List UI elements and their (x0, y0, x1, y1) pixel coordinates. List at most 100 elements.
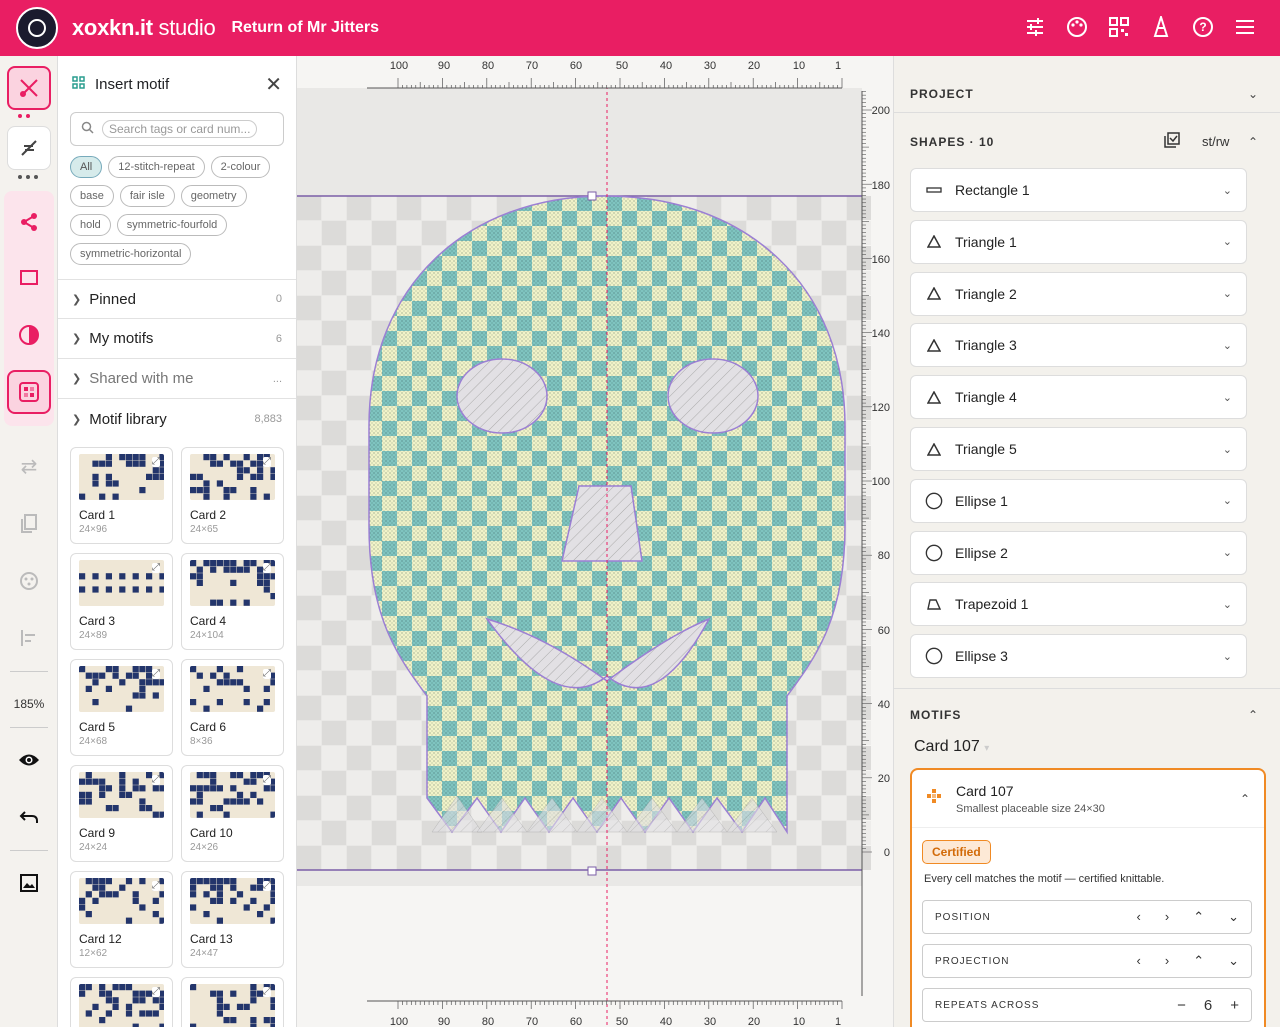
chevron-down-icon[interactable]: ⌄ (1223, 546, 1232, 559)
dots-circle-icon[interactable] (7, 559, 51, 603)
chevron-down-icon[interactable]: ⌄ (1223, 650, 1232, 663)
stitch-tool-icon[interactable] (7, 126, 51, 170)
undo-icon[interactable] (7, 795, 51, 839)
shape-row[interactable]: Triangle 4 ⌄ (910, 375, 1247, 420)
shape-row[interactable]: Ellipse 1 ⌄ (910, 478, 1247, 523)
palette-icon[interactable] (1066, 14, 1088, 40)
move-left-icon[interactable]: ‹ (1137, 909, 1141, 925)
select-all-icon[interactable] (1164, 132, 1180, 151)
move-left-icon[interactable]: ‹ (1137, 953, 1141, 969)
menu-icon[interactable] (1234, 14, 1256, 40)
increment-button[interactable]: + (1230, 997, 1239, 1014)
chevron-down-icon[interactable]: ⌄ (1223, 184, 1232, 197)
help-icon[interactable]: ? (1192, 14, 1214, 40)
chevron-down-icon[interactable]: ⌄ (1223, 494, 1232, 507)
image-icon[interactable] (7, 861, 51, 905)
section-shared[interactable]: ❯ Shared with me ... (58, 359, 296, 399)
repeats-value[interactable]: 6 (1204, 997, 1212, 1014)
close-icon[interactable]: ✕ (265, 72, 282, 97)
design-canvas[interactable]: 100 100 90 90 80 80 70 70 60 60 50 50 40 40 30 30 20 20 10… (297, 56, 893, 1027)
expand-icon[interactable]: ⤢ (263, 881, 271, 891)
decrement-button[interactable]: − (1177, 997, 1186, 1014)
section-my-motifs[interactable]: ❯ My motifs 6 (58, 319, 296, 359)
chevron-up-icon[interactable]: ⌃ (1248, 708, 1258, 722)
chevron-down-icon[interactable]: ⌄ (1223, 391, 1232, 404)
move-right-icon[interactable]: › (1165, 909, 1169, 925)
move-down-icon[interactable]: ⌄ (1228, 909, 1239, 925)
chevron-up-icon[interactable]: ⌃ (1248, 135, 1258, 149)
motif-card[interactable]: ⤢ Card 2 24×65 (181, 447, 284, 544)
motif-card[interactable]: ⤢ Card 6 8×36 (181, 659, 284, 756)
shape-row[interactable]: Triangle 5 ⌄ (910, 427, 1247, 471)
eye-icon[interactable] (7, 738, 51, 782)
tag-chip[interactable]: symmetric-fourfold (116, 214, 228, 236)
shape-row[interactable]: Triangle 2 ⌄ (910, 271, 1247, 316)
expand-icon[interactable]: ⤢ (152, 987, 160, 997)
chevron-down-icon[interactable]: ⌄ (1223, 443, 1232, 456)
expand-icon[interactable]: ⤢ (263, 563, 271, 573)
expand-icon[interactable]: ⤢ (263, 457, 271, 467)
tag-chip[interactable]: hold (70, 214, 111, 236)
move-down-icon[interactable]: ⌄ (1228, 953, 1239, 969)
move-up-icon[interactable]: ⌃ (1193, 909, 1204, 925)
contrast-icon[interactable] (7, 313, 51, 357)
tune-icon[interactable] (1024, 14, 1046, 40)
expand-icon[interactable]: ⤢ (152, 775, 160, 785)
chevron-up-icon[interactable]: ⌃ (1240, 792, 1250, 806)
align-left-icon[interactable] (7, 616, 51, 660)
motif-card[interactable]: ⤢ (181, 977, 284, 1027)
cone-icon[interactable] (1150, 14, 1172, 40)
section-motif-library[interactable]: ❯ Motif library 8,883 (58, 399, 296, 439)
tag-chip[interactable]: All (70, 156, 103, 178)
chevron-down-icon[interactable]: ⌄ (1223, 235, 1232, 248)
app-logo[interactable] (16, 7, 58, 49)
tag-chip[interactable]: symmetric-horizontal (70, 243, 192, 265)
chevron-down-icon[interactable]: ⌄ (1248, 87, 1258, 101)
motif-card[interactable]: ⤢ Card 13 24×47 (181, 871, 284, 968)
expand-icon[interactable]: ⤢ (263, 775, 271, 785)
copy-icon[interactable] (7, 502, 51, 546)
motif-card[interactable]: ⤢ Card 4 24×104 (181, 553, 284, 650)
tag-chip[interactable]: geometry (180, 185, 247, 207)
motif-card[interactable]: ⤢ Card 3 24×89 (70, 553, 173, 650)
expand-icon[interactable]: ⤢ (152, 881, 160, 891)
motif-card[interactable]: ⤢ Card 10 24×26 (181, 765, 284, 862)
motif-card[interactable]: ⤢ (70, 977, 173, 1027)
expand-icon[interactable]: ⤢ (152, 457, 160, 467)
design-tool-icon[interactable] (7, 66, 51, 110)
motif-tool-icon[interactable] (7, 370, 51, 414)
project-heading[interactable]: PROJECT (910, 87, 974, 101)
share-icon[interactable] (7, 200, 51, 244)
qr-grid-icon[interactable] (1108, 14, 1130, 40)
motif-card[interactable]: ⤢ Card 12 12×62 (70, 871, 173, 968)
shape-row[interactable]: Rectangle 1 ⌄ (910, 168, 1247, 212)
project-title[interactable]: Return of Mr Jitters (231, 19, 379, 37)
shape-row[interactable]: Ellipse 2 ⌄ (910, 530, 1247, 575)
motif-card[interactable]: ⤢ Card 5 24×68 (70, 659, 173, 756)
expand-icon[interactable]: ⤢ (152, 563, 160, 573)
shape-row[interactable]: Ellipse 3 ⌄ (910, 634, 1247, 679)
motif-card[interactable]: ⤢ Card 9 24×24 (70, 765, 173, 862)
shape-row[interactable]: Triangle 1 ⌄ (910, 219, 1247, 264)
rectangle-tool-icon[interactable] (7, 256, 51, 300)
zoom-level[interactable]: 185% (0, 697, 58, 711)
chevron-down-icon[interactable]: ⌄ (1223, 287, 1232, 300)
search-input[interactable]: Search tags or card num... (70, 112, 284, 146)
swap-icon[interactable]: ⇄ (7, 444, 51, 488)
shape-row[interactable]: Trapezoid 1 ⌄ (910, 582, 1247, 627)
canvas-svg[interactable]: 1001009090808070706060505040403030202010… (297, 56, 893, 1027)
expand-icon[interactable]: ⤢ (263, 669, 271, 679)
tag-chip[interactable]: base (70, 185, 114, 207)
expand-icon[interactable]: ⤢ (152, 669, 160, 679)
tag-chip[interactable]: fair isle (119, 185, 175, 207)
motif-card[interactable]: ⤢ Card 1 24×96 (70, 447, 173, 544)
move-up-icon[interactable]: ⌃ (1193, 953, 1204, 969)
move-right-icon[interactable]: › (1165, 953, 1169, 969)
shape-row[interactable]: Triangle 3 ⌄ (910, 323, 1247, 368)
tag-chip[interactable]: 2-colour (210, 156, 271, 178)
section-pinned[interactable]: ❯ Pinned 0 (58, 279, 296, 319)
stitch-row-toggle[interactable]: st/rw (1202, 134, 1229, 149)
chevron-down-icon[interactable]: ⌄ (1223, 339, 1232, 352)
tag-chip[interactable]: 12-stitch-repeat (108, 156, 205, 178)
chevron-down-icon[interactable]: ⌄ (1223, 598, 1232, 611)
